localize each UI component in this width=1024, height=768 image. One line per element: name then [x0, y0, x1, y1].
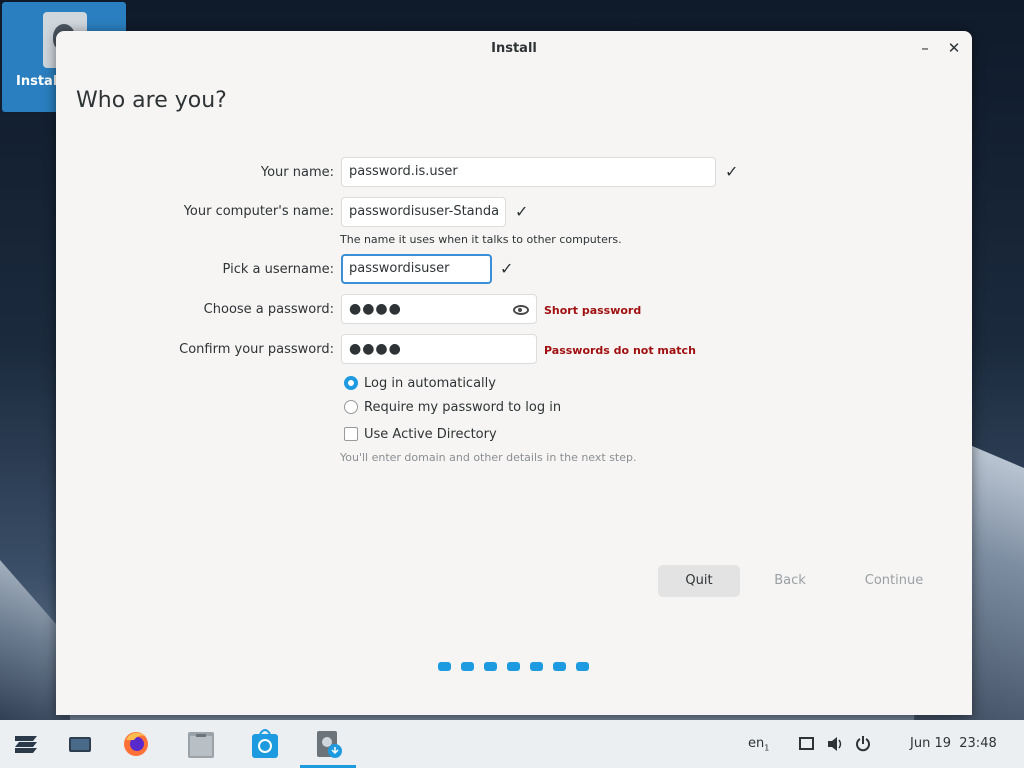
password-input[interactable]: ●●●●	[341, 294, 537, 324]
power-icon[interactable]	[855, 720, 871, 768]
clock-time: 23:48	[959, 736, 997, 751]
clock-date: Jun 19	[910, 736, 951, 751]
continue-button[interactable]: Continue	[852, 565, 936, 597]
keyboard-layout-label: en	[748, 736, 765, 751]
confirm-password-error: Passwords do not match	[544, 344, 696, 357]
minimize-button[interactable]: –	[916, 39, 934, 57]
login-automatically-label[interactable]: Log in automatically	[364, 376, 496, 391]
active-directory-label[interactable]: Use Active Directory	[364, 427, 497, 442]
password-label: Choose a password:	[203, 302, 334, 317]
close-button[interactable]: ✕	[945, 39, 963, 57]
title-bar[interactable]: Install – ✕	[56, 31, 972, 65]
page-title: Who are you?	[76, 88, 227, 113]
firefox-icon[interactable]	[120, 720, 152, 768]
require-password-label[interactable]: Require my password to log in	[364, 400, 561, 415]
display-icon[interactable]	[799, 720, 815, 768]
require-password-radio[interactable]	[344, 400, 358, 414]
workspaces-icon[interactable]	[66, 720, 96, 768]
installer-taskbar-icon[interactable]	[314, 720, 344, 768]
show-password-eye-icon[interactable]	[513, 305, 529, 315]
step-dot	[507, 662, 520, 671]
name-label: Your name:	[260, 165, 334, 180]
computer-name-label: Your computer's name:	[183, 204, 334, 219]
active-directory-checkbox[interactable]	[344, 427, 358, 441]
taskbar: en1 Jun 19 23:48	[0, 720, 1024, 768]
confirm-password-label: Confirm your password:	[179, 342, 334, 357]
keyboard-layout-indicator[interactable]: en1	[748, 736, 769, 753]
password-error: Short password	[544, 304, 642, 317]
username-valid-check-icon: ✓	[500, 259, 514, 278]
computer-name-hint: The name it uses when it talks to other …	[340, 233, 622, 246]
clock[interactable]: Jun 19 23:48	[910, 736, 997, 751]
step-dot	[553, 662, 566, 671]
step-dot	[461, 662, 474, 671]
software-store-icon[interactable]	[250, 720, 280, 768]
name-input[interactable]: password.is.user	[341, 157, 716, 187]
window-title: Install	[491, 41, 537, 56]
desktop-icon-label: Install	[16, 74, 62, 89]
name-valid-check-icon: ✓	[725, 162, 739, 181]
quit-button[interactable]: Quit	[658, 565, 740, 597]
username-input[interactable]: passwordisuser	[341, 254, 492, 284]
login-automatically-radio[interactable]	[344, 376, 358, 390]
step-dot	[530, 662, 543, 671]
computer-name-valid-check-icon: ✓	[515, 202, 529, 221]
keyboard-layout-sub: 1	[764, 743, 770, 753]
files-icon[interactable]	[186, 720, 216, 768]
computer-name-input[interactable]: passwordisuser-Standa	[341, 197, 506, 227]
active-directory-hint: You'll enter domain and other details in…	[340, 451, 637, 464]
step-dot	[576, 662, 589, 671]
step-dot	[438, 662, 451, 671]
confirm-password-input[interactable]: ●●●●	[341, 334, 537, 364]
username-label: Pick a username:	[222, 262, 334, 277]
back-button[interactable]: Back	[754, 565, 826, 597]
step-dot	[484, 662, 497, 671]
installer-window: Install – ✕ Who are you? Your name: pass…	[56, 31, 972, 715]
volume-icon[interactable]	[826, 720, 844, 768]
zorin-menu-icon[interactable]	[12, 720, 42, 768]
